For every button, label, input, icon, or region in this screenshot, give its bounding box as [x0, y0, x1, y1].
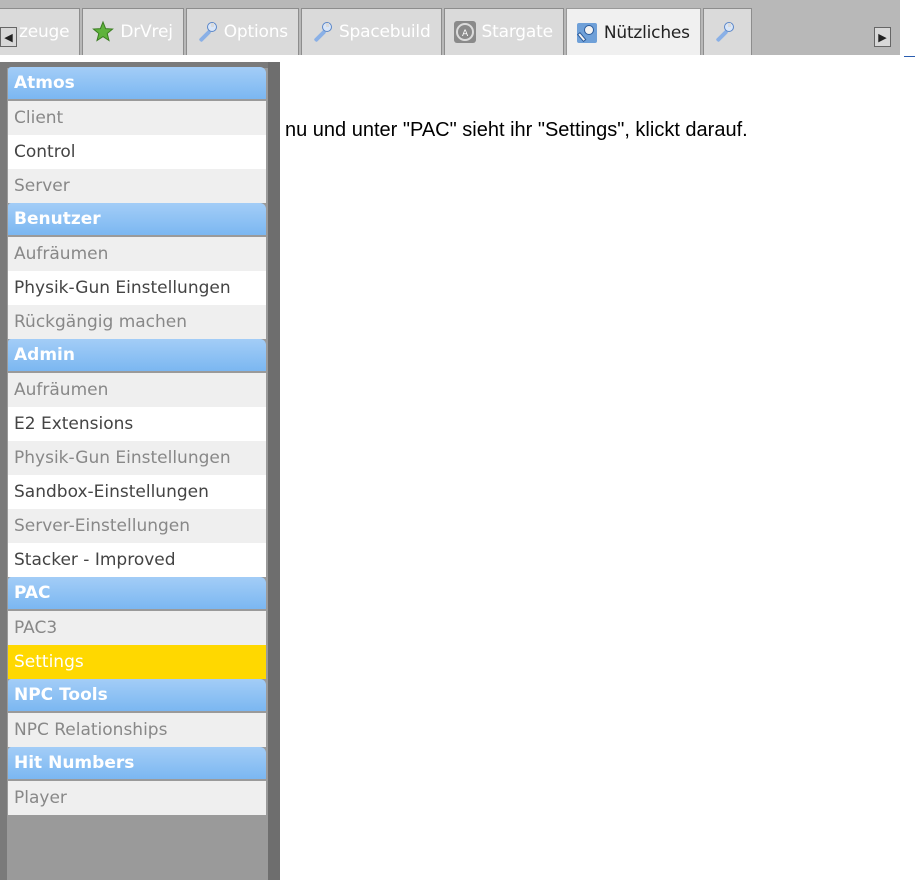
- tab-label: DrVrej: [120, 22, 173, 42]
- instruction-text: nu und unter "PAC" sieht ihr "Settings",…: [285, 119, 748, 141]
- category-item-label: PAC3: [14, 618, 58, 638]
- category-item[interactable]: PAC3: [8, 611, 266, 645]
- category-item[interactable]: Settings: [8, 645, 266, 679]
- category-item-label: Client: [14, 108, 64, 128]
- category-item-label: Sandbox-Einstellungen: [14, 482, 209, 502]
- category-header-label: NPC Tools: [14, 685, 108, 705]
- category-item[interactable]: Rückgängig machen: [8, 305, 266, 339]
- tab-stargate[interactable]: A Stargate: [443, 8, 564, 55]
- wrench-icon: [712, 20, 736, 44]
- tab-label: zeuge: [19, 22, 70, 42]
- stargate-icon: A: [453, 20, 477, 44]
- link-underline: [904, 56, 915, 57]
- category-item[interactable]: Sandbox-Einstellungen: [8, 475, 266, 509]
- tab-overflow[interactable]: [702, 8, 752, 55]
- category-item[interactable]: Physik-Gun Einstellungen: [8, 441, 266, 475]
- tab-drvrej[interactable]: DrVrej: [82, 8, 184, 55]
- tab-scroll-right-button[interactable]: ▶: [874, 27, 891, 47]
- category-item-label: Stacker - Improved: [14, 550, 176, 570]
- category-item-label: Aufräumen: [14, 244, 109, 264]
- category-item-label: Rückgängig machen: [14, 312, 188, 332]
- category-header-benutzer[interactable]: Benutzer: [8, 203, 266, 235]
- category-panel-scrollbar[interactable]: [268, 62, 280, 880]
- category-item[interactable]: E2 Extensions: [8, 407, 266, 441]
- arrow-right-icon: ▶: [878, 30, 887, 44]
- tab-nützliches[interactable]: Nützliches: [565, 8, 701, 55]
- category-header-label: Admin: [14, 345, 75, 365]
- category-item-label: E2 Extensions: [14, 414, 134, 434]
- tab-label: Spacebuild: [338, 22, 431, 42]
- svg-text:A: A: [462, 29, 469, 39]
- category-header-label: Hit Numbers: [14, 753, 135, 773]
- category-header-atmos[interactable]: Atmos: [8, 67, 266, 99]
- category-item-label: Aufräumen: [14, 380, 109, 400]
- category-item-label: Settings: [14, 652, 84, 672]
- arrow-left-icon: ◀: [4, 30, 13, 44]
- category-item[interactable]: Aufräumen: [8, 237, 266, 271]
- category-item[interactable]: Player: [8, 781, 266, 815]
- category-header-hit-numbers[interactable]: Hit Numbers: [8, 747, 266, 779]
- category-item[interactable]: Control: [8, 135, 266, 169]
- tab-label: Nützliches: [603, 22, 690, 43]
- tab-options[interactable]: Options: [185, 8, 299, 55]
- category-header-label: PAC: [14, 583, 51, 603]
- category-header-admin[interactable]: Admin: [8, 339, 266, 371]
- tab-row: zeuge DrVrej Options Spacebuild A Stargate Nüt…: [0, 8, 754, 55]
- category-item[interactable]: Client: [8, 101, 266, 135]
- category-item[interactable]: Server-Einstellungen: [8, 509, 266, 543]
- category-item-label: Physik-Gun Einstellungen: [14, 448, 231, 468]
- tab-scroll-left-button[interactable]: ◀: [0, 27, 17, 47]
- tab-label: Options: [223, 22, 288, 42]
- category-item-label: Control: [14, 142, 76, 162]
- category-item-label: NPC Relationships: [14, 720, 168, 740]
- category-item-label: Server-Einstellungen: [14, 516, 191, 536]
- category-item[interactable]: NPC Relationships: [8, 713, 266, 747]
- category-header-npc-tools[interactable]: NPC Tools: [8, 679, 266, 711]
- wrench-icon: [195, 20, 219, 44]
- category-header-label: Atmos: [14, 73, 75, 93]
- wrench-icon: [310, 20, 334, 44]
- category-item[interactable]: Aufräumen: [8, 373, 266, 407]
- category-item-label: Server: [14, 176, 70, 196]
- wrench-key-icon: [575, 21, 599, 45]
- category-item[interactable]: Server: [8, 169, 266, 203]
- tab-spacebuild[interactable]: Spacebuild: [300, 8, 442, 55]
- category-list: Atmos Client Control Server Benutzer Aufräume…: [8, 67, 266, 815]
- tool-tab-strip: zeuge DrVrej Options Spacebuild A Stargate Nüt…: [0, 0, 900, 55]
- category-header-pac[interactable]: PAC: [8, 577, 266, 609]
- category-header-label: Benutzer: [14, 209, 101, 229]
- tab-label: Stargate: [481, 22, 554, 42]
- category-item-label: Player: [14, 788, 67, 808]
- category-item[interactable]: Physik-Gun Einstellungen: [8, 271, 266, 305]
- category-item[interactable]: Stacker - Improved: [8, 543, 266, 577]
- category-item-label: Physik-Gun Einstellungen: [14, 278, 231, 298]
- star-icon: [91, 20, 115, 44]
